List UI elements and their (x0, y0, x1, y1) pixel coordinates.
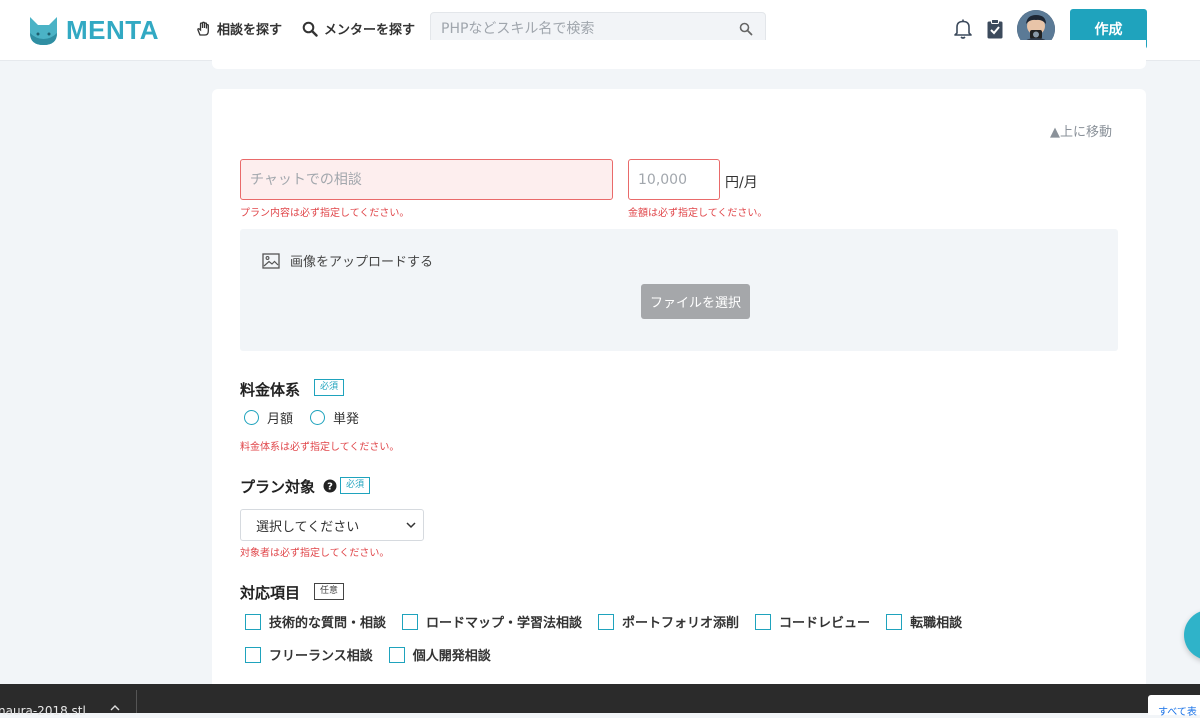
clipboard-check-icon[interactable] (986, 18, 1004, 40)
support-items-row-2: フリーランス相談 個人開発相談 (245, 645, 507, 664)
plan-target-error: 対象者は必ず指定してください。 (240, 548, 390, 559)
checkbox[interactable] (755, 613, 772, 630)
plan-content-field (240, 159, 613, 200)
nav-consult-label: 相談を探す (217, 23, 283, 38)
check-portfolio[interactable]: ポートフォリオ添削 (598, 612, 739, 631)
search-icon[interactable] (739, 22, 753, 36)
previous-card (212, 40, 1146, 69)
check-personal-dev[interactable]: 個人開発相談 (388, 645, 491, 664)
image-upload-label: 画像をアップロードする (262, 251, 433, 270)
download-file-name[interactable]: naura-2018.stl (0, 704, 86, 718)
chevron-down-icon (406, 522, 416, 529)
price-unit: 円/月 (725, 175, 758, 191)
nav-mentor-label: メンターを探す (324, 23, 416, 38)
check-code-review[interactable]: コードレビュー (755, 612, 870, 631)
logo-text: MENTA (66, 14, 160, 45)
support-items-row-1: 技術的な質問・相談 ロードマップ・学習法相談 ポートフォリオ添削 コードレビュー… (245, 612, 978, 631)
search-icon (302, 21, 318, 37)
upload-label-text: 画像をアップロードする (290, 255, 434, 270)
help-icon[interactable]: ? (323, 479, 337, 493)
svg-text:?: ? (327, 482, 333, 493)
plan-content-input[interactable] (241, 160, 612, 199)
checkbox[interactable] (886, 613, 903, 630)
floating-chat-button[interactable] (1184, 610, 1200, 660)
price-field (628, 159, 720, 200)
support-items-title: 対応項目 (240, 584, 301, 602)
plan-content-error: プラン内容は必ず指定してください。 (240, 208, 410, 219)
required-badge: 必須 (340, 477, 371, 494)
nav-find-consultation[interactable]: 相談を探す (195, 19, 282, 38)
download-bar: naura-2018.stl (0, 684, 1200, 718)
radio-monthly-label[interactable]: 月額 (267, 408, 293, 427)
check-label: ロードマップ・学習法相談 (426, 616, 583, 631)
bell-icon[interactable] (953, 18, 973, 40)
fee-system-options: 月額 単発 (244, 408, 359, 427)
check-label: コードレビュー (779, 616, 871, 631)
plan-target-title: プラン対象 (240, 478, 316, 496)
cat-logo-icon (30, 17, 57, 45)
hand-icon (197, 21, 209, 36)
divider (136, 690, 137, 713)
nav-find-mentor[interactable]: メンターを探す (302, 19, 415, 38)
move-up-link[interactable]: ▲上に移動 (1050, 121, 1112, 140)
price-input[interactable] (629, 160, 719, 199)
optional-badge: 任意 (314, 583, 345, 600)
check-label: 技術的な質問・相談 (269, 616, 387, 631)
checkbox[interactable] (598, 613, 615, 630)
menta-logo[interactable]: MENTA (27, 12, 159, 48)
fee-system-error: 料金体系は必ず指定してください。 (240, 442, 400, 453)
check-tech-question[interactable]: 技術的な質問・相談 (245, 612, 386, 631)
check-label: フリーランス相談 (269, 649, 373, 664)
radio-single[interactable] (310, 410, 326, 425)
checkbox[interactable] (402, 613, 419, 630)
check-label: 転職相談 (910, 616, 963, 631)
plan-target-selected: 選択してください (256, 519, 360, 535)
image-icon (262, 252, 280, 269)
choose-file-button[interactable]: ファイルを選択 (641, 284, 750, 319)
chevron-up-icon[interactable] (109, 703, 121, 713)
checkbox[interactable] (245, 613, 261, 630)
show-all-downloads-button[interactable]: すべて表 (1148, 695, 1200, 718)
checkbox[interactable] (245, 646, 261, 663)
check-roadmap[interactable]: ロードマップ・学習法相談 (402, 612, 582, 631)
plan-target-select[interactable]: 選択してください (240, 509, 424, 541)
fee-system-title: 料金体系 (240, 381, 301, 399)
radio-monthly[interactable] (244, 410, 259, 425)
checkbox[interactable] (388, 646, 405, 663)
price-error: 金額は必ず指定してください。 (628, 208, 768, 219)
check-freelance[interactable]: フリーランス相談 (245, 645, 373, 664)
radio-single-label[interactable]: 単発 (333, 408, 359, 427)
check-job-change[interactable]: 転職相談 (886, 612, 962, 631)
required-badge: 必須 (314, 379, 345, 396)
check-label: ポートフォリオ添削 (622, 616, 740, 631)
check-label: 個人開発相談 (412, 649, 491, 664)
